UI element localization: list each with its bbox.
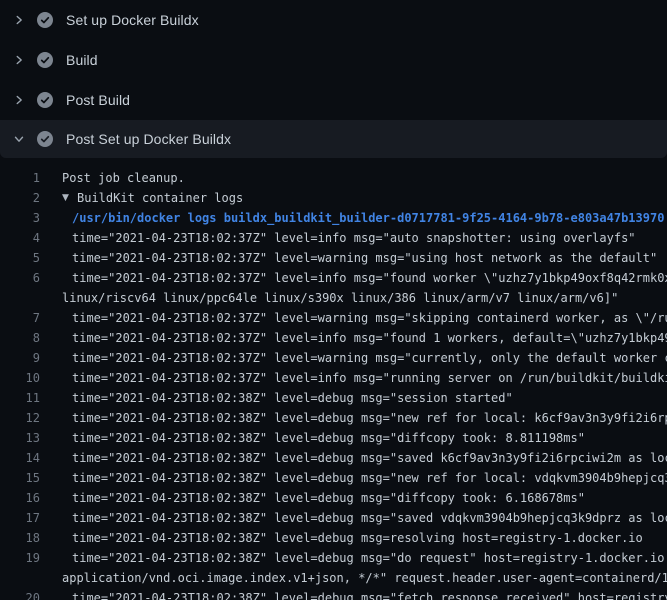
command-text: /usr/bin/docker logs buildx_buildkit_bui… [72,208,664,228]
log-text: time="2021-04-23T18:02:37Z" level=info m… [72,228,636,248]
log-text: time="2021-04-23T18:02:37Z" level=info m… [72,328,667,348]
step-success-check-icon [37,52,53,68]
log-line: 3/usr/bin/docker logs buildx_buildkit_bu… [0,208,667,228]
log-text: Post job cleanup. [62,168,185,188]
line-number[interactable]: 13 [0,428,40,448]
log-text: linux/riscv64 linux/ppc64le linux/s390x … [62,288,618,308]
group-caret-icon[interactable]: ▼ [62,188,77,208]
log-line: 14 time="2021-04-23T18:02:38Z" level=debu… [0,448,667,468]
log-line: 19 time="2021-04-23T18:02:38Z" level=debu… [0,548,667,568]
line-number[interactable]: 18 [0,528,40,548]
line-number[interactable]: 20 [0,588,40,600]
line-number[interactable]: 2 [0,188,40,208]
log-line: 4 time="2021-04-23T18:02:37Z" level=info … [0,228,667,248]
chevron-right-icon[interactable] [12,53,26,67]
log-line: 8 time="2021-04-23T18:02:37Z" level=info … [0,328,667,348]
step-label: Post Build [66,92,130,108]
log-line: 10 time="2021-04-23T18:02:37Z" level=info… [0,368,667,388]
log-line: 18 time="2021-04-23T18:02:38Z" level=debu… [0,528,667,548]
log-text: time="2021-04-23T18:02:38Z" level=debug … [72,468,667,488]
log-line: linux/riscv64 linux/ppc64le linux/s390x … [0,288,667,308]
line-number[interactable]: 16 [0,488,40,508]
log-line: 12 time="2021-04-23T18:02:38Z" level=debu… [0,408,667,428]
log-area: 1 Post job cleanup. 2 ▼BuildKit container l… [0,158,667,600]
step-label: Post Set up Docker Buildx [66,131,231,147]
step-header-post-set-up-docker-buildx[interactable]: Post Set up Docker Buildx [0,120,667,158]
step-success-check-icon [37,12,53,28]
line-number[interactable]: 12 [0,408,40,428]
line-number [0,568,40,588]
chevron-right-icon[interactable] [12,93,26,107]
step-success-check-icon [37,92,53,108]
log-line: 6 time="2021-04-23T18:02:37Z" level=info … [0,268,667,288]
line-number[interactable]: 4 [0,228,40,248]
log-text: time="2021-04-23T18:02:38Z" level=debug … [72,588,667,600]
step-header-set-up-docker-buildx[interactable]: Set up Docker Buildx [0,0,667,40]
line-number[interactable]: 15 [0,468,40,488]
line-number[interactable]: 3 [0,208,40,228]
log-text: time="2021-04-23T18:02:38Z" level=debug … [72,508,667,528]
log-text: application/vnd.oci.image.index.v1+json,… [62,568,667,588]
line-number[interactable]: 8 [0,328,40,348]
log-text: time="2021-04-23T18:02:38Z" level=debug … [72,528,643,548]
step-label: Build [66,52,98,68]
actions-log-panel: Set up Docker Buildx Build Post Build Post … [0,0,667,600]
step-label: Set up Docker Buildx [66,12,199,28]
log-text: time="2021-04-23T18:02:37Z" level=warnin… [72,248,657,268]
log-text: time="2021-04-23T18:02:38Z" level=debug … [72,448,667,468]
log-line: 2 ▼BuildKit container logs [0,188,667,208]
log-line: 5 time="2021-04-23T18:02:37Z" level=warni… [0,248,667,268]
line-number[interactable]: 5 [0,248,40,268]
log-line: 15 time="2021-04-23T18:02:38Z" level=debu… [0,468,667,488]
line-number[interactable]: 9 [0,348,40,368]
log-line: application/vnd.oci.image.index.v1+json,… [0,568,667,588]
log-line: 9 time="2021-04-23T18:02:37Z" level=warni… [0,348,667,368]
log-text: time="2021-04-23T18:02:37Z" level=warnin… [72,348,667,368]
log-text: time="2021-04-23T18:02:37Z" level=warnin… [72,308,667,328]
log-text: time="2021-04-23T18:02:38Z" level=debug … [72,488,585,508]
step-header-build[interactable]: Build [0,40,667,80]
log-text: time="2021-04-23T18:02:38Z" level=debug … [72,408,667,428]
line-number[interactable]: 14 [0,448,40,468]
line-number[interactable]: 10 [0,368,40,388]
line-number[interactable]: 7 [0,308,40,328]
log-line: 16 time="2021-04-23T18:02:38Z" level=debu… [0,488,667,508]
log-line: 7 time="2021-04-23T18:02:37Z" level=warni… [0,308,667,328]
chevron-down-icon[interactable] [12,132,26,146]
log-line: 11 time="2021-04-23T18:02:38Z" level=debu… [0,388,667,408]
line-number [0,288,40,308]
line-number[interactable]: 1 [0,168,40,188]
log-text: time="2021-04-23T18:02:38Z" level=debug … [72,548,667,568]
line-number[interactable]: 17 [0,508,40,528]
line-number[interactable]: 6 [0,268,40,288]
step-header-post-build[interactable]: Post Build [0,80,667,120]
log-line: 20 time="2021-04-23T18:02:38Z" level=debu… [0,588,667,600]
step-success-check-icon [37,131,53,147]
line-number[interactable]: 19 [0,548,40,568]
log-text: BuildKit container logs [77,188,243,208]
log-line: 13 time="2021-04-23T18:02:38Z" level=debu… [0,428,667,448]
log-line: 17 time="2021-04-23T18:02:38Z" level=debu… [0,508,667,528]
log-text: time="2021-04-23T18:02:38Z" level=debug … [72,428,585,448]
chevron-right-icon[interactable] [12,13,26,27]
log-line: 1 Post job cleanup. [0,168,667,188]
steps-list: Set up Docker Buildx Build Post Build Post … [0,0,667,158]
log-text: time="2021-04-23T18:02:37Z" level=info m… [72,368,667,388]
line-number[interactable]: 11 [0,388,40,408]
log-text: time="2021-04-23T18:02:38Z" level=debug … [72,388,513,408]
log-text: time="2021-04-23T18:02:37Z" level=info m… [72,268,667,288]
